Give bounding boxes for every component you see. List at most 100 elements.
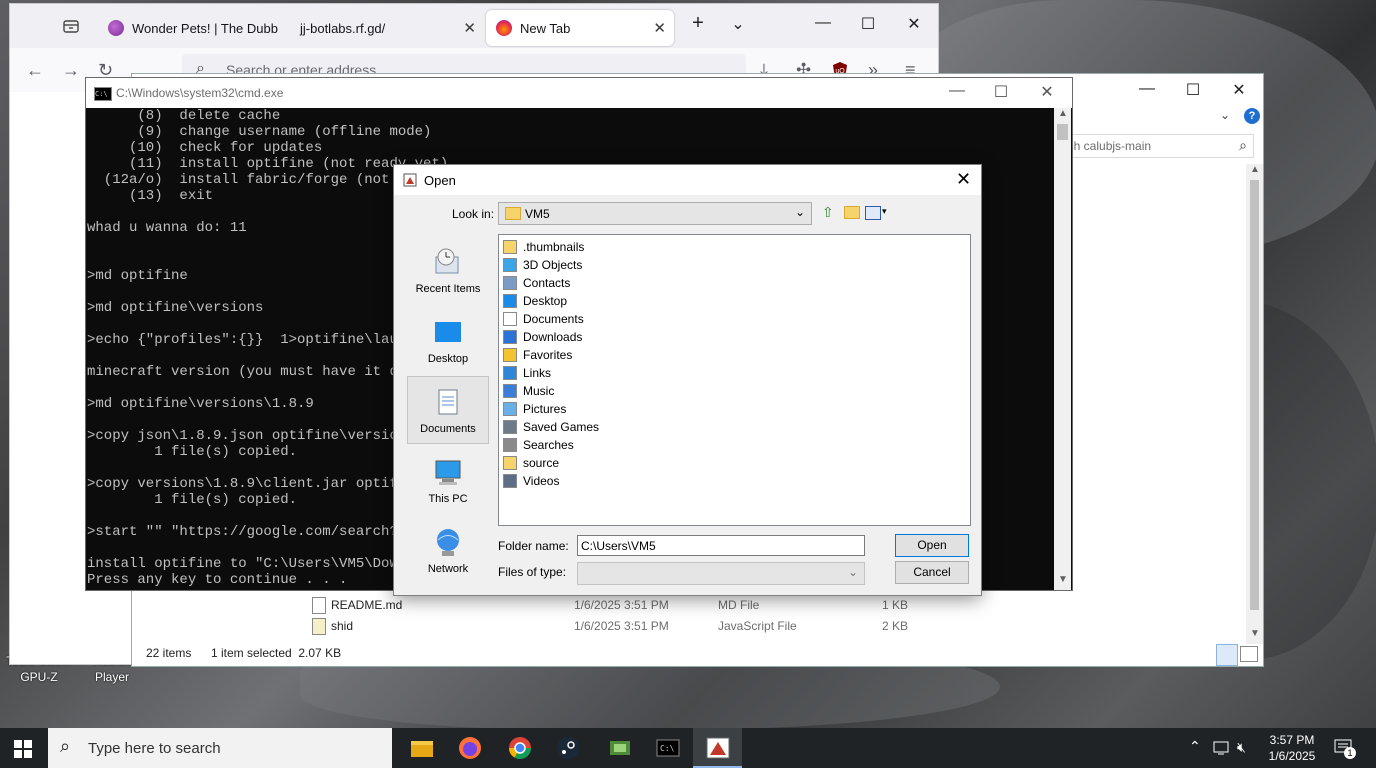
list-item[interactable]: source bbox=[503, 454, 559, 472]
volume-muted-icon[interactable]: 🔇︎ bbox=[1237, 739, 1246, 756]
close-icon[interactable]: ✕ bbox=[899, 14, 929, 34]
place-this-pc[interactable]: This PC bbox=[408, 457, 488, 505]
cmd-maximize-icon[interactable]: ☐ bbox=[986, 82, 1016, 102]
place-recent-items[interactable]: Recent Items bbox=[408, 247, 488, 295]
explorer-maximize-icon[interactable]: ☐ bbox=[1178, 80, 1208, 100]
tab-wonder-pets[interactable]: Wonder Pets! | The Dubb bbox=[98, 10, 294, 46]
forward-arrow-icon[interactable]: → bbox=[62, 60, 80, 81]
explorer-minimize-icon[interactable]: — bbox=[1132, 80, 1162, 98]
file-name: shid bbox=[331, 619, 354, 633]
clock-time: 3:57 PM bbox=[1269, 733, 1315, 747]
list-item[interactable]: Searches bbox=[503, 436, 574, 454]
new-folder-icon[interactable] bbox=[844, 206, 860, 219]
open-button[interactable]: Open bbox=[895, 534, 969, 557]
scroll-up-icon[interactable]: ▲ bbox=[1250, 164, 1260, 175]
search-icon: ⌕ bbox=[1239, 137, 1247, 153]
cmd-minimize-icon[interactable]: — bbox=[942, 82, 972, 100]
notifications-icon[interactable]: 1 bbox=[1334, 739, 1356, 762]
cmd-scrollbar[interactable]: ▲ ▼ bbox=[1054, 108, 1071, 590]
dialog-titlebar[interactable]: Open ✕ bbox=[394, 165, 981, 195]
folder-name-value: C:\Users\VM5 bbox=[581, 539, 656, 553]
list-item[interactable]: Music bbox=[503, 382, 554, 400]
help-icon[interactable]: ? bbox=[1244, 108, 1260, 124]
cmd-output-line: (9) change username (offline mode) bbox=[87, 124, 432, 140]
file-explorer-taskbar-icon[interactable] bbox=[408, 734, 436, 762]
folder-name-label: Folder name: bbox=[498, 539, 569, 553]
list-item[interactable]: Favorites bbox=[503, 346, 572, 364]
list-item[interactable]: Documents bbox=[503, 310, 584, 328]
place-desktop[interactable]: Desktop bbox=[408, 317, 488, 365]
taskbar: ⌕ Type here to search C:\ ⌃ 🔇︎ 3:57 PM 1… bbox=[0, 728, 1376, 768]
ribbon-expand-chevron-icon[interactable]: ⌄ bbox=[1220, 108, 1230, 122]
table-row[interactable]: shid 1/6/2025 3:51 PM JavaScript File 2 … bbox=[132, 616, 1242, 636]
status-item-count: 22 items bbox=[146, 646, 192, 660]
list-item[interactable]: Downloads bbox=[503, 328, 582, 346]
list-item-label: Contacts bbox=[523, 276, 571, 290]
tab-list-icon[interactable] bbox=[62, 17, 80, 40]
view-menu-chevron-icon[interactable]: ▾ bbox=[882, 206, 887, 217]
list-item[interactable]: Saved Games bbox=[503, 418, 599, 436]
new-tab-plus-icon[interactable]: + bbox=[683, 12, 713, 35]
cmd-titlebar[interactable]: C:\ C:\Windows\system32\cmd.exe — ☐ ✕ bbox=[86, 78, 1072, 108]
scrollbar-thumb[interactable] bbox=[1250, 180, 1259, 610]
dialog-close-icon[interactable]: ✕ bbox=[956, 169, 971, 190]
maximize-icon[interactable]: ☐ bbox=[853, 14, 883, 34]
tab-close-icon[interactable]: ✕ bbox=[653, 19, 666, 37]
this-pc-icon bbox=[432, 457, 464, 489]
tab-new-tab[interactable]: New Tab ✕ bbox=[486, 10, 674, 46]
windows-start-icon[interactable] bbox=[14, 740, 32, 763]
clock[interactable]: 3:57 PM 1/6/2025 bbox=[1260, 732, 1324, 764]
place-network[interactable]: Network bbox=[408, 527, 488, 575]
file-type: JavaScript File bbox=[718, 619, 797, 633]
tab-close-icon[interactable]: ✕ bbox=[463, 19, 476, 37]
files-of-type-select[interactable]: ⌄ bbox=[577, 562, 865, 585]
list-all-tabs-chevron-icon[interactable]: ⌄ bbox=[723, 14, 753, 34]
gpu-z-taskbar-icon[interactable] bbox=[606, 734, 634, 762]
up-one-level-icon[interactable]: ⇧ bbox=[822, 204, 834, 221]
cmd-output-line: >md optifine\versions bbox=[87, 300, 264, 316]
look-in-label: Look in: bbox=[452, 207, 495, 221]
large-icons-view-icon[interactable] bbox=[1240, 646, 1258, 662]
cmd-close-icon[interactable]: ✕ bbox=[1032, 82, 1062, 102]
cmd-taskbar-icon[interactable]: C:\ bbox=[654, 734, 682, 762]
explorer-search-input[interactable]: arch calubjs-main ⌕ bbox=[1052, 134, 1254, 158]
list-item[interactable]: .thumbnails bbox=[503, 238, 584, 256]
show-hidden-icons-chevron-icon[interactable]: ⌃ bbox=[1189, 738, 1201, 755]
recent-items-icon bbox=[432, 247, 464, 279]
taskbar-search-box[interactable]: ⌕ Type here to search bbox=[48, 728, 392, 768]
scroll-up-icon[interactable]: ▲ bbox=[1058, 108, 1068, 119]
view-menu-icon[interactable] bbox=[865, 206, 881, 220]
folder-name-input[interactable]: C:\Users\VM5 bbox=[577, 535, 865, 556]
back-arrow-icon[interactable]: ← bbox=[26, 60, 44, 81]
list-item[interactable]: 3D Objects bbox=[503, 256, 582, 274]
list-item[interactable]: Links bbox=[503, 364, 551, 382]
minimize-icon[interactable]: — bbox=[808, 14, 838, 32]
chrome-taskbar-icon[interactable] bbox=[506, 734, 534, 762]
list-item[interactable]: Contacts bbox=[503, 274, 570, 292]
cmd-output-line: >start "" "https://google.com/search?q bbox=[87, 524, 407, 540]
cancel-button[interactable]: Cancel bbox=[895, 561, 969, 584]
scroll-down-icon[interactable]: ▼ bbox=[1250, 628, 1260, 639]
place-documents[interactable]: Documents bbox=[408, 387, 488, 435]
look-in-dropdown[interactable]: VM5 ⌄ bbox=[498, 202, 812, 225]
table-row[interactable]: README.md 1/6/2025 3:51 PM MD File 1 KB bbox=[132, 595, 1242, 615]
documents-icon bbox=[432, 387, 464, 419]
list-item[interactable]: Videos bbox=[503, 472, 559, 490]
scrollbar-thumb[interactable] bbox=[1057, 124, 1068, 140]
tab-label: New Tab bbox=[520, 20, 571, 36]
open-dialog-taskbar-button[interactable] bbox=[693, 728, 742, 768]
network-tray-icon[interactable] bbox=[1213, 740, 1231, 761]
cmd-icon: C:\ bbox=[94, 87, 112, 101]
file-list[interactable]: .thumbnails 3D Objects Contacts Desktop Docu… bbox=[498, 234, 971, 526]
list-item[interactable]: Desktop bbox=[503, 292, 567, 310]
list-item-label: source bbox=[523, 456, 560, 470]
steam-taskbar-icon[interactable] bbox=[554, 734, 582, 762]
details-view-icon[interactable] bbox=[1216, 644, 1238, 666]
cmd-output-line: >copy json\1.8.9.json optifine\version bbox=[87, 428, 407, 444]
scroll-down-icon[interactable]: ▼ bbox=[1058, 574, 1068, 585]
list-item[interactable]: Pictures bbox=[503, 400, 566, 418]
tab-botlabs[interactable]: jj-botlabs.rf.gd/ ✕ bbox=[294, 10, 484, 46]
explorer-scrollbar[interactable]: ▲ ▼ bbox=[1246, 164, 1263, 644]
explorer-close-icon[interactable]: ✕ bbox=[1224, 80, 1254, 100]
firefox-taskbar-icon[interactable] bbox=[456, 734, 484, 762]
